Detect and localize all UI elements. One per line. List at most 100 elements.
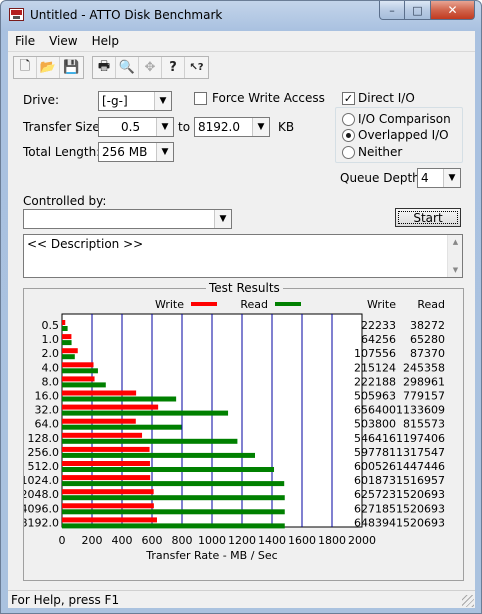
chart-title: Test Results (206, 281, 283, 295)
maximize-button[interactable]: □ (405, 1, 431, 20)
write-value: 107556 (354, 347, 396, 360)
test-results-panel: Test Results 0 200 400 600 800 1000 1200 1400 16… (21, 281, 464, 581)
drive-select[interactable]: [-g-] ▼ (98, 91, 172, 111)
description-scrollbar[interactable]: ▲ ▼ (447, 235, 462, 277)
read-bar (62, 424, 182, 430)
read-value: 1317547 (396, 446, 445, 459)
category-label: 4.0 (42, 361, 60, 374)
x-tick-label: 1400 (258, 534, 286, 547)
atto-app-icon[interactable] (9, 8, 24, 21)
x-tick-label: 1000 (198, 534, 226, 547)
start-button[interactable]: Start (395, 208, 461, 227)
category-label: 8.0 (42, 375, 60, 388)
category-label: 128.0 (28, 432, 60, 445)
write-bar (62, 376, 95, 382)
scroll-down-icon[interactable]: ▼ (448, 263, 463, 277)
write-value: 627185 (354, 502, 396, 515)
description-box[interactable]: << Description >> ▲ ▼ (23, 234, 463, 278)
controlled-by-label: Controlled by: (23, 194, 107, 208)
open-folder-icon[interactable]: 📂 (37, 57, 60, 78)
minimize-button[interactable]: – (379, 1, 405, 20)
scroll-up-icon[interactable]: ▲ (448, 235, 463, 249)
write-column-header: Write (367, 298, 396, 311)
write-value: 22233 (361, 319, 396, 332)
kb-label: KB (278, 120, 295, 134)
neither-radio[interactable] (342, 146, 355, 159)
chevron-down-icon[interactable]: ▼ (443, 169, 460, 187)
category-label: 64.0 (35, 418, 60, 431)
write-bar (62, 362, 94, 368)
controlled-by-select[interactable]: ▼ (23, 209, 232, 229)
print-preview-icon[interactable]: 🔍 (116, 57, 139, 78)
overlapped-io-radio[interactable] (342, 129, 355, 142)
read-bar (62, 410, 229, 416)
category-label: 4096.0 (24, 502, 59, 515)
print-icon[interactable]: 🖶 (93, 57, 116, 78)
category-label: 16.0 (35, 390, 60, 403)
read-bar (62, 467, 275, 472)
context-help-icon[interactable]: ↖? (185, 57, 208, 78)
transfer-size-to-value: 8192.0 (198, 120, 240, 134)
queue-depth-value: 4 (421, 171, 429, 185)
transfer-size-label: Transfer Size: (23, 120, 104, 134)
total-length-select[interactable]: 256 MB ▼ (98, 142, 174, 162)
help-icon[interactable]: ? (162, 57, 185, 78)
window-title: Untitled - ATTO Disk Benchmark (30, 8, 223, 22)
menu-view[interactable]: View (42, 34, 84, 48)
direct-io-label: Direct I/O (358, 91, 415, 105)
io-comparison-radio[interactable] (342, 113, 355, 126)
read-value: 815573 (403, 418, 445, 431)
read-bar (62, 495, 285, 501)
menu-help[interactable]: Help (85, 34, 126, 48)
read-bar (62, 452, 256, 458)
read-bar (62, 340, 72, 346)
transfer-size-from-select[interactable]: 0.5 ▼ (98, 117, 174, 137)
category-label: 32.0 (35, 404, 60, 417)
move-icon[interactable]: ✥ (139, 57, 162, 78)
save-icon[interactable]: 💾 (60, 57, 83, 78)
chevron-down-icon[interactable]: ▼ (214, 210, 231, 228)
read-column-header: Read (417, 298, 445, 311)
app-window: Untitled - ATTO Disk Benchmark – □ ✕ Fil… (0, 0, 482, 614)
write-value: 215124 (354, 361, 396, 374)
transfer-size-to-select[interactable]: 8192.0 ▼ (194, 117, 270, 137)
new-file-icon[interactable]: 🗋 (14, 57, 37, 78)
x-tick-label: 1600 (288, 534, 316, 547)
drive-value: [-g-] (102, 94, 128, 108)
chevron-down-icon[interactable]: ▼ (154, 92, 171, 110)
write-value: 656400 (354, 404, 396, 417)
x-tick-label: 800 (172, 534, 193, 547)
category-label: 1.0 (42, 333, 60, 346)
chevron-down-icon[interactable]: ▼ (156, 143, 173, 161)
read-value: 1520693 (396, 516, 445, 529)
category-label: 2048.0 (24, 488, 59, 501)
write-bar (62, 334, 72, 340)
caption-buttons: – □ ✕ (379, 1, 475, 20)
resize-grip-icon[interactable] (462, 595, 474, 607)
x-tick-label: 600 (142, 534, 163, 547)
read-value: 1520693 (396, 502, 445, 515)
category-label: 256.0 (28, 446, 60, 459)
close-button[interactable]: ✕ (431, 1, 475, 20)
chevron-down-icon[interactable]: ▼ (252, 118, 269, 136)
title-bar[interactable]: Untitled - ATTO Disk Benchmark – □ ✕ (1, 1, 481, 30)
read-value: 298961 (403, 375, 445, 388)
write-bar (62, 348, 78, 354)
write-bar (62, 320, 66, 325)
write-bar (62, 461, 150, 466)
overlapped-io-label: Overlapped I/O (358, 128, 449, 142)
main-panel: Drive: [-g-] ▼ Force Write Access ✓ Dire… (8, 81, 475, 590)
legend-read-swatch (275, 302, 301, 306)
total-length-value: 256 MB (102, 145, 148, 159)
chevron-down-icon[interactable]: ▼ (156, 118, 173, 136)
force-write-access-checkbox[interactable] (194, 92, 207, 105)
direct-io-checkbox[interactable]: ✓ (342, 92, 355, 105)
queue-depth-select[interactable]: 4 ▼ (417, 168, 461, 188)
write-value: 505963 (354, 390, 396, 403)
write-value: 625723 (354, 488, 396, 501)
category-label: 2.0 (42, 347, 60, 360)
read-value: 1197406 (396, 432, 445, 445)
category-label: 1024.0 (24, 474, 59, 487)
x-tick-label: 0 (59, 534, 66, 547)
menu-file[interactable]: File (8, 34, 42, 48)
